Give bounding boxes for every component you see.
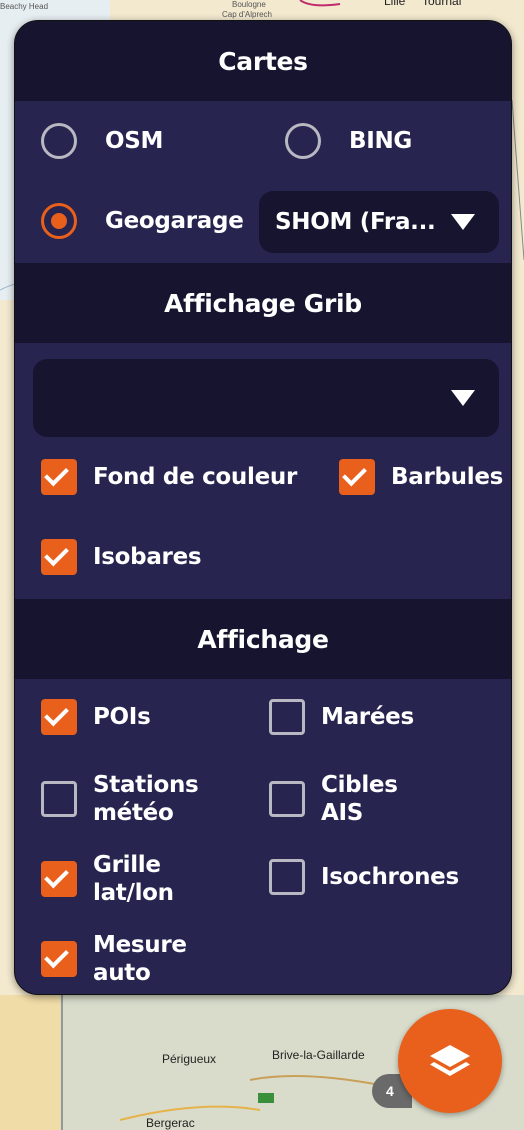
map-label-beachy: Beachy Head — [0, 2, 49, 11]
layers-button[interactable] — [398, 1009, 502, 1113]
checkbox-stations-meteo[interactable]: Stations météo — [41, 771, 199, 827]
checkbox-mesure-auto-label: Mesure auto — [93, 931, 187, 987]
radio-geogarage-label: Geogarage — [105, 208, 244, 234]
checkbox-barbules-box[interactable] — [339, 459, 375, 495]
affichage-title: Affichage — [197, 624, 329, 654]
checkbox-isochrones-box[interactable] — [269, 859, 305, 895]
affichage-header: Affichage — [15, 599, 511, 679]
checkbox-grille-latlon-label: Grille lat/lon — [93, 851, 174, 907]
checkbox-mesure-auto-label-line2: auto — [93, 960, 151, 986]
checkbox-pois-box[interactable] — [41, 699, 77, 735]
map-label-bergerac: Bergerac — [146, 1116, 195, 1130]
checkbox-stations-meteo-label-line1: Stations — [93, 772, 199, 798]
checkbox-pois[interactable]: POIs — [41, 699, 151, 735]
checkbox-isobares-box[interactable] — [41, 539, 77, 575]
radio-osm-label: OSM — [105, 128, 164, 154]
checkbox-cibles-ais[interactable]: Cibles AIS — [269, 771, 398, 827]
cartes-title: Cartes — [218, 46, 308, 76]
grib-file-select[interactable] — [33, 359, 499, 437]
checkbox-barbules-label: Barbules — [391, 464, 504, 490]
checkbox-marees-label: Marées — [321, 704, 414, 730]
checkbox-grille-latlon[interactable]: Grille lat/lon — [41, 851, 174, 907]
checkbox-fond-couleur-label: Fond de couleur — [93, 464, 298, 490]
checkbox-stations-meteo-label: Stations météo — [93, 771, 199, 827]
checkbox-cibles-ais-label-line2: AIS — [321, 800, 364, 826]
radio-osm[interactable]: OSM — [41, 123, 163, 159]
checkbox-stations-meteo-label-line2: météo — [93, 800, 174, 826]
chevron-down-icon — [451, 214, 475, 230]
grib-header: Affichage Grib — [15, 263, 511, 343]
checkbox-grille-latlon-box[interactable] — [41, 861, 77, 897]
grib-title: Affichage Grib — [164, 288, 362, 318]
checkbox-stations-meteo-box[interactable] — [41, 781, 77, 817]
map-label-cap: Cap d'Alprech — [222, 10, 272, 19]
radio-bing-circle[interactable] — [285, 123, 321, 159]
checkbox-grille-latlon-label-line2: lat/lon — [93, 880, 174, 906]
map-label-perigueux: Périgueux — [162, 1052, 217, 1066]
checkbox-cibles-ais-label: Cibles AIS — [321, 771, 398, 827]
map-label-tournai: Tournai — [422, 0, 462, 8]
map-label-brive: Brive-la-Gaillarde — [272, 1048, 365, 1062]
geogarage-chart-select-value: SHOM (Fra... — [275, 209, 436, 235]
checkbox-cibles-ais-label-line1: Cibles — [321, 772, 398, 798]
radio-osm-circle[interactable] — [41, 123, 77, 159]
checkbox-isochrones-label: Isochrones — [321, 864, 459, 890]
radio-geogarage-circle[interactable] — [41, 203, 77, 239]
checkbox-marees[interactable]: Marées — [269, 699, 414, 735]
checkbox-barbules[interactable]: Barbules — [339, 459, 503, 495]
map-label-boulogne: Boulogne — [232, 0, 266, 9]
radio-bing[interactable]: BING — [285, 123, 412, 159]
checkbox-mesure-auto[interactable]: Mesure auto — [41, 931, 187, 987]
checkbox-mesure-auto-box[interactable] — [41, 941, 77, 977]
checkbox-cibles-ais-box[interactable] — [269, 781, 305, 817]
map-label-lille: Lille — [384, 0, 406, 8]
radio-geogarage[interactable]: Geogarage — [41, 203, 244, 239]
radio-bing-label: BING — [349, 128, 413, 154]
checkbox-fond-couleur-box[interactable] — [41, 459, 77, 495]
cartes-header: Cartes — [15, 21, 511, 101]
checkbox-isochrones[interactable]: Isochrones — [269, 859, 459, 895]
checkbox-isobares[interactable]: Isobares — [41, 539, 202, 575]
layers-icon — [430, 1045, 470, 1076]
checkbox-isobares-label: Isobares — [93, 544, 202, 570]
geogarage-chart-select[interactable]: SHOM (Fra... — [259, 191, 499, 253]
checkbox-marees-box[interactable] — [269, 699, 305, 735]
checkbox-grille-latlon-label-line1: Grille — [93, 852, 161, 878]
checkbox-mesure-auto-label-line1: Mesure — [93, 932, 187, 958]
checkbox-fond-couleur[interactable]: Fond de couleur — [41, 459, 297, 495]
chevron-down-icon — [451, 390, 475, 406]
map-settings-panel: Cartes OSM BING Geogarage SHOM (Fra... A… — [14, 20, 512, 995]
checkbox-pois-label: POIs — [93, 704, 151, 730]
